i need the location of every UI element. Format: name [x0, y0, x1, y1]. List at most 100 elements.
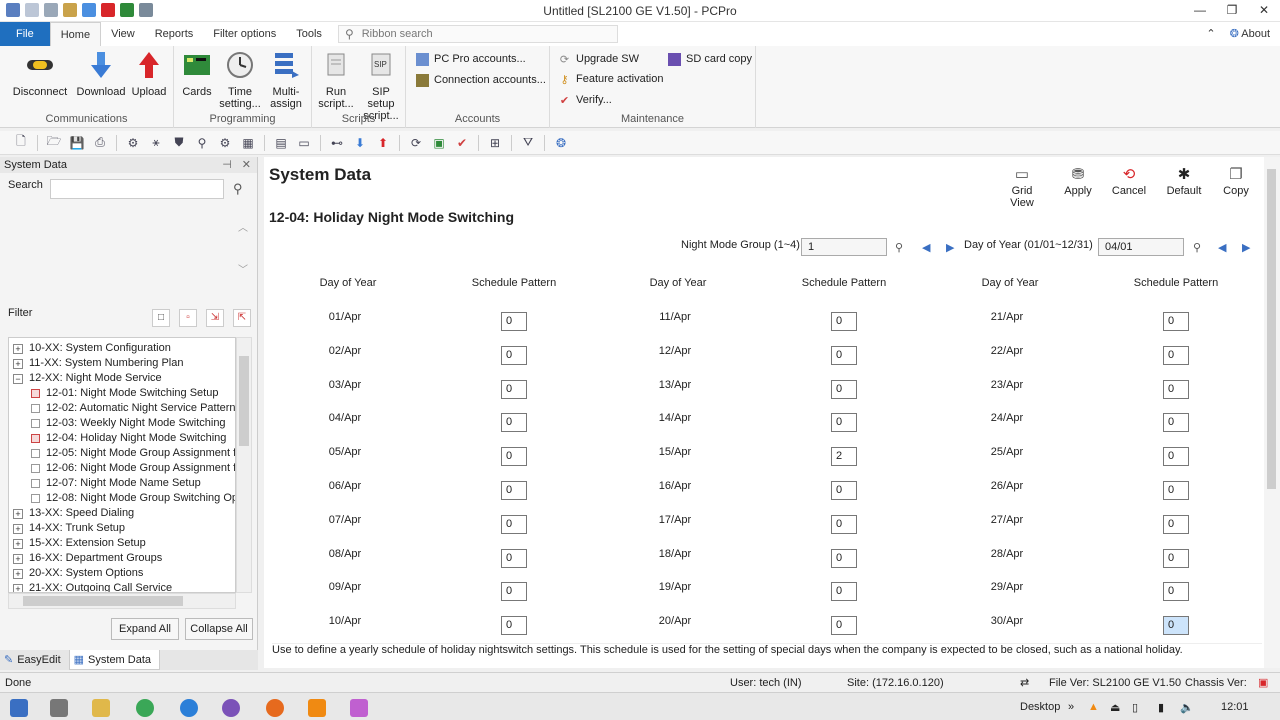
next-group-icon[interactable]: ▶: [946, 241, 954, 254]
desktop-label[interactable]: Desktop: [1020, 701, 1060, 713]
schedule-pattern-input[interactable]: 0: [1163, 514, 1189, 534]
cancel-button[interactable]: ⟲ Cancel: [1110, 165, 1148, 197]
schedule-pattern-input[interactable]: 2: [831, 447, 857, 467]
new-file-icon[interactable]: 🗋: [12, 134, 30, 152]
schedule-pattern-input[interactable]: 0: [501, 481, 527, 500]
tray-power-icon[interactable]: ▯: [1132, 701, 1138, 714]
settings-icon[interactable]: ⚙: [124, 134, 142, 152]
schedule-pattern-input[interactable]: 0: [831, 514, 857, 534]
tray-vlc-icon[interactable]: ▲: [1088, 701, 1099, 713]
download-small-icon[interactable]: ⬇: [351, 134, 369, 152]
find-icon[interactable]: ⚲: [193, 134, 211, 152]
tree-item[interactable]: 12-02: Automatic Night Service Patterns: [31, 401, 235, 416]
tab-reports[interactable]: Reports: [145, 22, 204, 46]
expand-toggle-icon[interactable]: −: [13, 373, 23, 384]
schedule-pattern-input[interactable]: 0: [501, 514, 527, 534]
grid-icon[interactable]: ▤: [272, 134, 290, 152]
filter-import-icon[interactable]: ⇱: [233, 309, 251, 327]
tree-item[interactable]: 12-03: Weekly Night Mode Switching: [31, 416, 226, 431]
shield-icon[interactable]: ⛊: [170, 134, 188, 152]
verify-small-icon[interactable]: ✔: [453, 134, 471, 152]
monitor-icon[interactable]: ▭: [295, 134, 313, 152]
schedule-pattern-input[interactable]: 0: [1163, 582, 1189, 602]
tab-tools[interactable]: Tools: [286, 22, 332, 46]
previous-group-icon[interactable]: ◀: [922, 241, 930, 254]
tree-item[interactable]: +15-XX: Extension Setup: [13, 536, 146, 551]
tab-file[interactable]: File: [0, 22, 50, 46]
cards-button[interactable]: Cards: [178, 50, 216, 98]
restore-icon[interactable]: ❐: [1216, 0, 1248, 20]
checkbox-icon[interactable]: [31, 404, 40, 413]
checkbox-icon[interactable]: [31, 479, 40, 488]
schedule-pattern-input[interactable]: 0: [831, 379, 857, 399]
schedule-pattern-input[interactable]: 0: [831, 481, 857, 500]
panel-close-icon[interactable]: ✕: [242, 157, 251, 173]
tree-item[interactable]: 12-07: Night Mode Name Setup: [31, 476, 201, 491]
tree-vertical-scrollbar[interactable]: [236, 337, 252, 593]
schedule-pattern-input[interactable]: 0: [501, 447, 527, 467]
expand-toggle-icon[interactable]: +: [13, 358, 23, 369]
schedule-pattern-input[interactable]: 0: [501, 548, 527, 568]
tray-volume-icon[interactable]: 🔈: [1180, 701, 1194, 714]
close-icon[interactable]: ✕: [1248, 0, 1280, 20]
tray-network-icon[interactable]: ▮: [1158, 701, 1164, 714]
gear-icon[interactable]: ⚙: [216, 134, 234, 152]
expand-toggle-icon[interactable]: +: [13, 538, 23, 549]
save-icon[interactable]: 💾: [68, 134, 86, 152]
search-icon[interactable]: ⚲: [233, 181, 243, 197]
tree-item[interactable]: +10-XX: System Configuration: [13, 341, 171, 356]
schedule-pattern-input[interactable]: 0: [1163, 312, 1189, 331]
verify-button[interactable]: ✔ Verify...: [558, 91, 612, 109]
checkbox-icon[interactable]: [31, 464, 40, 473]
card-icon[interactable]: ▦: [239, 134, 257, 152]
task-view-icon[interactable]: [50, 699, 68, 717]
checkbox-icon[interactable]: [31, 434, 40, 443]
schedule-pattern-input[interactable]: 0: [501, 582, 527, 602]
day-of-year-input[interactable]: 04/01: [1098, 238, 1184, 256]
schedule-pattern-input[interactable]: 0: [1163, 616, 1189, 636]
copy-button[interactable]: ❐ Copy: [1220, 165, 1252, 197]
ribbon-search-input[interactable]: ⚲ Ribbon search: [337, 25, 618, 43]
schedule-pattern-input[interactable]: 0: [831, 582, 857, 602]
minimize-icon[interactable]: —: [1184, 0, 1216, 20]
night-mode-group-search-icon[interactable]: ⚲: [895, 241, 903, 254]
schedule-pattern-input[interactable]: 0: [1163, 345, 1189, 365]
schedule-pattern-input[interactable]: 0: [501, 379, 527, 399]
cards-small-icon[interactable]: ▣: [430, 134, 448, 152]
chevron-down-icon[interactable]: ﹀: [238, 261, 248, 276]
schedule-pattern-input[interactable]: 0: [831, 312, 857, 331]
tree-icon[interactable]: ⚹: [147, 134, 165, 152]
disconnect-button[interactable]: Disconnect: [12, 50, 68, 98]
search-input[interactable]: [50, 179, 224, 199]
start-icon[interactable]: [10, 699, 28, 717]
sip-setup-script-button[interactable]: SIP SIP setup script...: [358, 50, 404, 122]
main-vertical-scrollbar[interactable]: [1264, 157, 1280, 668]
chrome-icon[interactable]: [136, 699, 154, 717]
grid-view-button[interactable]: ▭ Grid View: [1000, 165, 1044, 209]
tree-item[interactable]: +11-XX: System Numbering Plan: [13, 356, 183, 371]
tab-easyedit[interactable]: ✎ EasyEdit: [0, 650, 69, 670]
checkbox-icon[interactable]: [31, 449, 40, 458]
run-script-button[interactable]: Run script...: [316, 50, 356, 110]
firefox-icon[interactable]: [266, 699, 284, 717]
expand-toggle-icon[interactable]: +: [13, 568, 23, 579]
default-button[interactable]: ✱ Default: [1164, 165, 1204, 197]
schedule-pattern-input[interactable]: 0: [831, 345, 857, 365]
file-explorer-icon[interactable]: [92, 699, 110, 717]
tab-filter-options[interactable]: Filter options: [203, 22, 286, 46]
download-button[interactable]: Download: [74, 50, 128, 98]
time-setting-button[interactable]: Time setting...: [218, 50, 262, 110]
tab-system-data[interactable]: ▦ System Data: [68, 650, 161, 670]
collapse-ribbon-icon[interactable]: ⌃: [1206, 22, 1215, 46]
upload-small-icon[interactable]: ⬆: [374, 134, 392, 152]
filter-icon[interactable]: ⛛: [519, 134, 537, 152]
connection-accounts-button[interactable]: Connection accounts...: [416, 71, 546, 89]
schedule-pattern-input[interactable]: 0: [501, 312, 527, 331]
structure-icon[interactable]: ⊞: [486, 134, 504, 152]
pin-icon[interactable]: ⊣: [222, 157, 232, 173]
apply-button[interactable]: ⛃ Apply: [1060, 165, 1096, 197]
expand-toggle-icon[interactable]: +: [13, 523, 23, 534]
tree-item[interactable]: 12-08: Night Mode Group Switching Oper: [31, 491, 235, 506]
connect-icon[interactable]: ⊷: [328, 134, 346, 152]
chevron-up-icon[interactable]: ︿: [238, 219, 248, 234]
